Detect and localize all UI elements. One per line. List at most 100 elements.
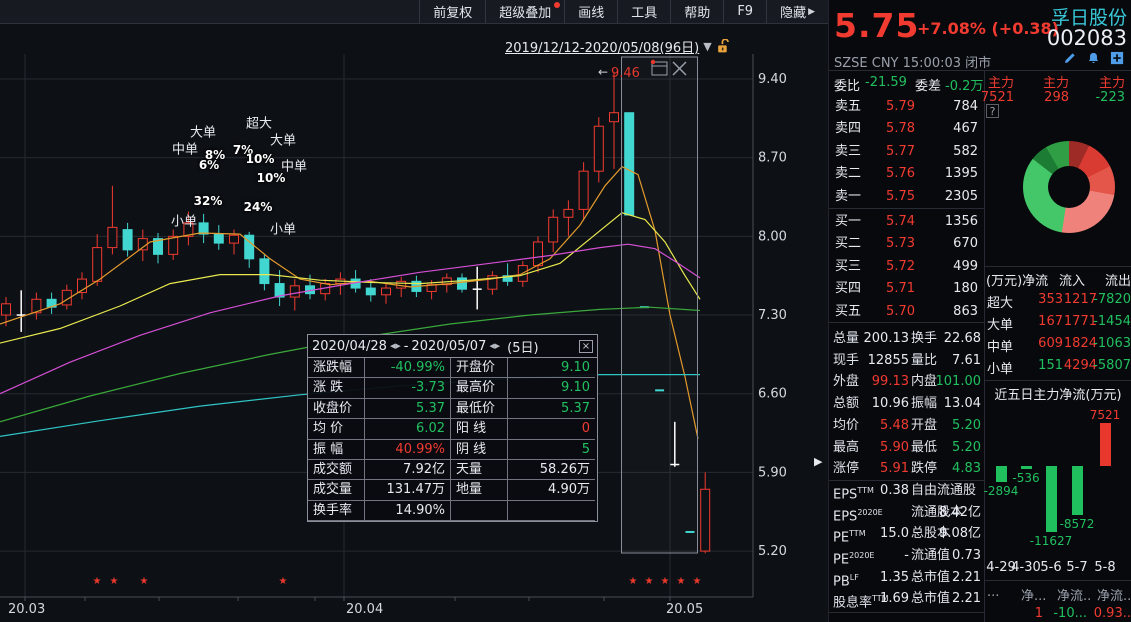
y-axis-tick: 9.40 xyxy=(758,72,787,87)
stat-label: 地量 xyxy=(451,480,508,500)
level-volume: 1395 xyxy=(945,163,978,185)
ask-row: 卖二5.761395 xyxy=(829,163,984,185)
menu-item-2[interactable]: 超级叠加 xyxy=(485,0,564,23)
date-range-label[interactable]: 2019/12/12-2020/05/08(96日) xyxy=(505,37,699,56)
level-label: 卖一 xyxy=(835,186,861,208)
event-star-icon[interactable]: ★ xyxy=(140,576,149,587)
stat-label: 成交量 xyxy=(308,480,365,500)
info-value: 5.20 xyxy=(952,437,981,459)
help-icon[interactable]: ? xyxy=(986,104,999,118)
donut-percentage: 24% xyxy=(244,200,273,214)
y-axis-tick: 5.20 xyxy=(758,544,787,559)
flow-net: 167 xyxy=(1007,314,1063,329)
donut-label: 超大 xyxy=(246,113,272,132)
main-force-value: 298 xyxy=(1014,90,1069,105)
stat-label: 均 价 xyxy=(308,419,365,439)
popup-close-icon[interactable]: × xyxy=(579,340,593,353)
info-value: 8.42亿 xyxy=(939,502,981,524)
event-star-icon[interactable]: ★ xyxy=(93,576,102,587)
event-star-icon[interactable]: ★ xyxy=(629,576,638,587)
stat-label: 最高价 xyxy=(451,378,508,398)
y-axis-tick: 6.60 xyxy=(758,387,787,402)
event-star-icon[interactable]: ★ xyxy=(677,576,686,587)
last-price: 5.75 xyxy=(834,6,919,45)
info-row: 总量200.13换手22.68 xyxy=(829,328,984,350)
info-value: 200.13 xyxy=(859,328,909,350)
stat-label: 阳 线 xyxy=(451,419,508,439)
interval-dash: - xyxy=(404,339,409,354)
weibi-value: -21.59 xyxy=(865,75,907,90)
menu-item-1[interactable]: 前复权 xyxy=(419,0,485,23)
donut-label: 小单 xyxy=(270,219,296,238)
divider xyxy=(984,580,1131,581)
flow-bar-value: -8572 xyxy=(1054,517,1100,531)
divider xyxy=(984,70,985,622)
ask-row: 卖三5.77582 xyxy=(829,141,984,163)
donut-percentage: 10% xyxy=(246,152,275,166)
divider xyxy=(984,380,1131,381)
info-row: 现手12855量比7.61 xyxy=(829,350,984,372)
level-volume: 467 xyxy=(953,118,978,140)
svg-text:9.46: 9.46 xyxy=(611,66,640,81)
stat-value: 58.26万 xyxy=(508,460,595,480)
event-star-icon[interactable]: ★ xyxy=(693,576,702,587)
event-star-icon[interactable]: ★ xyxy=(279,576,288,587)
stat-label: 开盘价 xyxy=(451,358,508,378)
menu-item-5[interactable]: 帮助 xyxy=(670,0,723,23)
stat-label xyxy=(451,501,508,521)
info-value: 15.0 xyxy=(859,523,909,545)
level-price: 5.77 xyxy=(867,141,915,163)
bell-icon[interactable] xyxy=(1086,51,1101,66)
ask-row: 卖四5.78467 xyxy=(829,118,984,140)
donut-percentage: 32% xyxy=(194,194,223,208)
level-price: 5.74 xyxy=(867,211,915,233)
level-price: 5.78 xyxy=(867,118,915,140)
level-label: 买二 xyxy=(835,233,861,255)
date-step-arrows-icon[interactable]: ◀▶ xyxy=(489,342,500,350)
donut-label: 小单 xyxy=(171,211,197,230)
event-star-icon[interactable]: ★ xyxy=(645,576,654,587)
stat-label: 换手率 xyxy=(308,501,365,521)
chevron-down-icon[interactable]: ▼ xyxy=(703,40,711,53)
flow-bar xyxy=(1100,423,1111,466)
level-price: 5.70 xyxy=(867,301,915,323)
flow-header: (万元)净流 xyxy=(986,270,1048,289)
candlestick-chart-pane: 9.408.708.007.306.605.905.2020.0320.0420… xyxy=(0,24,828,622)
stat-value: 9.10 xyxy=(508,378,595,398)
pencil-icon[interactable] xyxy=(1062,51,1077,66)
stat-value: 131.47万 xyxy=(365,480,451,500)
level-label: 卖二 xyxy=(835,163,861,185)
plus-icon[interactable] xyxy=(1110,51,1125,66)
level-label: 买一 xyxy=(835,211,861,233)
flow-out: -1454 xyxy=(1081,314,1131,329)
info-row: 最高5.90最低5.20 xyxy=(829,437,984,459)
info-label: 总市值 xyxy=(911,588,950,610)
menu-item-3[interactable]: 画线 xyxy=(564,0,617,23)
flow-header: 流出 xyxy=(1105,270,1131,289)
date-range-selector[interactable]: 2019/12/12-2020/05/08(96日) ▼ xyxy=(505,37,731,56)
info-value: 99.13 xyxy=(859,371,909,393)
interval-stats-popup: 2020/04/28 ◀▶ - 2020/05/07 ◀▶ (5日) × 涨跌幅… xyxy=(307,334,598,522)
date-step-arrows-icon[interactable]: ◀▶ xyxy=(390,342,401,350)
collapse-panel-icon[interactable]: ▶ xyxy=(814,455,823,468)
event-star-icon[interactable]: ★ xyxy=(661,576,670,587)
stat-label: 天量 xyxy=(451,460,508,480)
donut-percentage: 8% xyxy=(205,148,225,162)
unlocked-padlock-icon[interactable] xyxy=(716,39,731,54)
event-star-icon[interactable]: ★ xyxy=(110,576,119,587)
bottom-col-header: ... xyxy=(987,585,999,600)
level-price: 5.79 xyxy=(867,96,915,118)
menu-item-6[interactable]: F9 xyxy=(723,0,766,23)
info-value: 7.61 xyxy=(952,350,981,372)
chart-toolbar: 前复权超级叠加画线工具帮助F9隐藏▶ xyxy=(0,0,828,24)
stat-value: -3.73 xyxy=(365,378,451,398)
menu-item-4[interactable]: 工具 xyxy=(617,0,670,23)
menu-item-7[interactable]: 隐藏▶ xyxy=(766,0,828,23)
stat-value: 5.37 xyxy=(508,399,595,419)
stock-app-window: 前复权超级叠加画线工具帮助F9隐藏▶ 9.408.708.007.306.605… xyxy=(0,0,1131,622)
level-volume: 670 xyxy=(953,233,978,255)
stat-value: -40.99% xyxy=(365,358,451,378)
main-force-value: 7521 xyxy=(959,90,1014,105)
info-row: PETTM15.0总股本9.08亿 xyxy=(829,523,984,545)
divider xyxy=(829,208,984,209)
